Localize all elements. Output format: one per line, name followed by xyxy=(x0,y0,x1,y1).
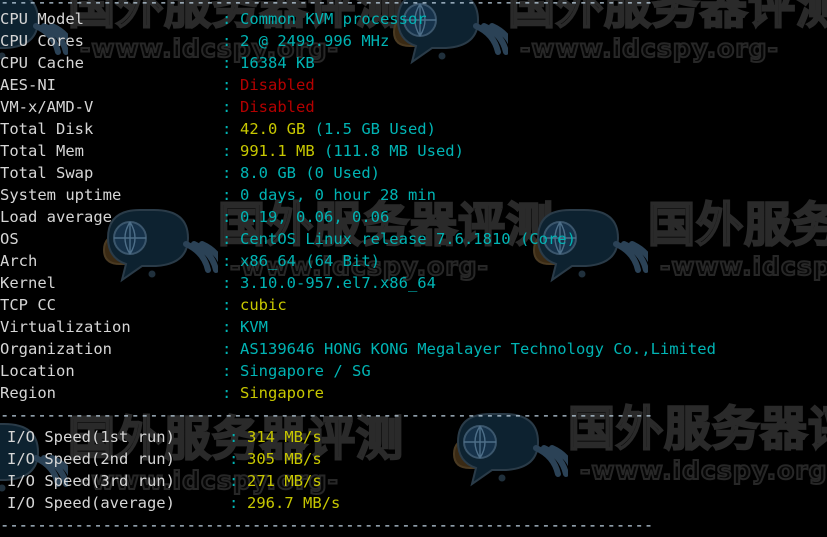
info-row-colon: : xyxy=(222,362,232,380)
info-row: Location: Singapore / SG xyxy=(0,360,827,382)
info-row-label: Total Disk xyxy=(0,120,94,138)
info-row-label: Region xyxy=(0,384,56,402)
info-row-colon: : xyxy=(222,384,232,402)
info-row-colon: : xyxy=(222,10,232,28)
info-row: AES-NI: Disabled xyxy=(0,74,827,96)
info-row: VM-x/AMD-V: Disabled xyxy=(0,96,827,118)
info-row: TCP CC: cubic xyxy=(0,294,827,316)
info-row-value: Disabled xyxy=(240,98,315,116)
info-row-label: TCP CC xyxy=(0,296,56,314)
info-row: Total Swap:8.0 GB (0 Used) xyxy=(0,162,827,184)
info-row-value: 0.19, 0.06, 0.06 xyxy=(240,208,390,226)
info-row-label: CPU Cache xyxy=(0,54,84,72)
info-row-colon: : xyxy=(222,208,232,226)
info-row: OS: CentOS Linux release 7.6.1810 (Core) xyxy=(0,228,827,250)
info-row: CPU Model: Common KVM processor xyxy=(0,8,827,30)
info-row-label: CPU Cores xyxy=(0,32,84,50)
info-row-colon: : xyxy=(222,274,232,292)
terminal-output: ----------------------------------------… xyxy=(0,0,827,537)
info-row: Total Disk:42.0 GB (1.5 GB Used) xyxy=(0,118,827,140)
info-row-colon: : xyxy=(222,296,232,314)
io-speed-row-value: 296.7 MB/s xyxy=(247,494,341,512)
info-row: Kernel:3.10.0-957.el7.x86_64 xyxy=(0,272,827,294)
io-speed-row-value: 305 MB/s xyxy=(247,450,322,468)
info-row-colon: : xyxy=(222,98,232,116)
info-row-colon: : xyxy=(229,472,239,490)
io-speed-row-value: 314 MB/s xyxy=(247,428,322,446)
info-row-value: Singapore xyxy=(240,384,324,402)
info-row-colon: : xyxy=(222,252,232,270)
info-row-value: KVM xyxy=(240,318,268,336)
divider-bottom: ----------------------------------------… xyxy=(0,516,654,534)
info-row-label: Total Mem xyxy=(0,142,84,160)
io-speed-row-label: I/O Speed(2nd run) xyxy=(7,450,175,468)
info-row: System uptime:0 days, 0 hour 28 min xyxy=(0,184,827,206)
info-row-colon: : xyxy=(229,494,239,512)
info-row-colon: : xyxy=(222,32,232,50)
system-info-list: CPU Model: Common KVM processor CPU Cores:… xyxy=(0,8,827,404)
io-speed-row: I/O Speed(2nd run):305 MB/s xyxy=(0,448,827,470)
info-row-label: CPU Model xyxy=(0,10,84,28)
info-row-label: VM-x/AMD-V xyxy=(0,98,94,116)
info-row-colon: : xyxy=(222,120,232,138)
io-speed-list: I/O Speed(1st run):314 MB/s I/O Speed(2nd… xyxy=(0,426,827,514)
divider-middle: ----------------------------------------… xyxy=(0,406,654,424)
info-row-colon: : xyxy=(222,340,232,358)
terminal-window: 国外服务器评测 -www.idcspy.org- 国外服务器评测 -www.id… xyxy=(0,0,827,537)
info-row: Region: Singapore xyxy=(0,382,827,404)
io-speed-row-value: 271 MB/s xyxy=(247,472,322,490)
info-row-colon: : xyxy=(222,164,232,182)
io-speed-row: I/O Speed(1st run):314 MB/s xyxy=(0,426,827,448)
info-row-value: 2 @ 2499.996 MHz xyxy=(240,32,390,50)
info-row-value: Disabled xyxy=(240,76,315,94)
io-speed-row: I/O Speed(average):296.7 MB/s xyxy=(0,492,827,514)
info-row-colon: : xyxy=(222,142,232,160)
io-speed-row-label: I/O Speed(3rd run) xyxy=(7,472,175,490)
info-row-value: 16384 KB xyxy=(240,54,315,72)
info-row-label: AES-NI xyxy=(0,76,56,94)
info-row-value: x86_64 (64 Bit) xyxy=(240,252,380,270)
info-row-colon: : xyxy=(222,186,232,204)
io-speed-row-label: I/O Speed(average) xyxy=(7,494,175,512)
info-row: CPU Cores:2 @ 2499.996 MHz xyxy=(0,30,827,52)
info-row: CPU Cache:16384 KB xyxy=(0,52,827,74)
info-row: Total Mem:991.1 MB (111.8 MB Used) xyxy=(0,140,827,162)
info-row-colon: : xyxy=(222,54,232,72)
info-row-label: Organization xyxy=(0,340,112,358)
info-row-value: 8.0 GB (0 Used) xyxy=(240,164,380,182)
info-row-value-extra: (111.8 MB Used) xyxy=(314,142,464,160)
info-row-value: AS139646 HONG KONG Megalayer Technology … xyxy=(240,340,716,358)
info-row-label: Total Swap xyxy=(0,164,94,182)
divider-top: ----------------------------------------… xyxy=(0,0,827,8)
info-row-value: CentOS Linux release 7.6.1810 (Core) xyxy=(240,230,576,248)
info-row-label: Virtualization xyxy=(0,318,131,336)
info-row-label: Location xyxy=(0,362,75,380)
info-row-label: Load average xyxy=(0,208,112,226)
info-row-value: 991.1 MB xyxy=(240,142,315,160)
info-row-colon: : xyxy=(222,230,232,248)
info-row-colon: : xyxy=(229,428,239,446)
info-row-value: 0 days, 0 hour 28 min xyxy=(240,186,436,204)
info-row-value: 3.10.0-957.el7.x86_64 xyxy=(240,274,436,292)
info-row-value-extra: (1.5 GB Used) xyxy=(305,120,436,138)
info-row: Arch: x86_64 (64 Bit) xyxy=(0,250,827,272)
info-row-value: Common KVM processor xyxy=(240,10,427,28)
info-row-label: OS xyxy=(0,230,19,248)
info-row-label: Kernel xyxy=(0,274,56,292)
info-row-colon: : xyxy=(222,76,232,94)
info-row: Organization: AS139646 HONG KONG Megalaye… xyxy=(0,338,827,360)
info-row: Load average:0.19, 0.06, 0.06 xyxy=(0,206,827,228)
io-speed-row-label: I/O Speed(1st run) xyxy=(7,428,175,446)
info-row-value: Singapore / SG xyxy=(240,362,371,380)
info-row: Virtualization: KVM xyxy=(0,316,827,338)
io-speed-row: I/O Speed(3rd run):271 MB/s xyxy=(0,470,827,492)
info-row-value: cubic xyxy=(240,296,287,314)
info-row-label: System uptime xyxy=(0,186,122,204)
info-row-colon: : xyxy=(229,450,239,468)
info-row-value: 42.0 GB xyxy=(240,120,306,138)
info-row-label: Arch xyxy=(0,252,38,270)
info-row-colon: : xyxy=(222,318,232,336)
